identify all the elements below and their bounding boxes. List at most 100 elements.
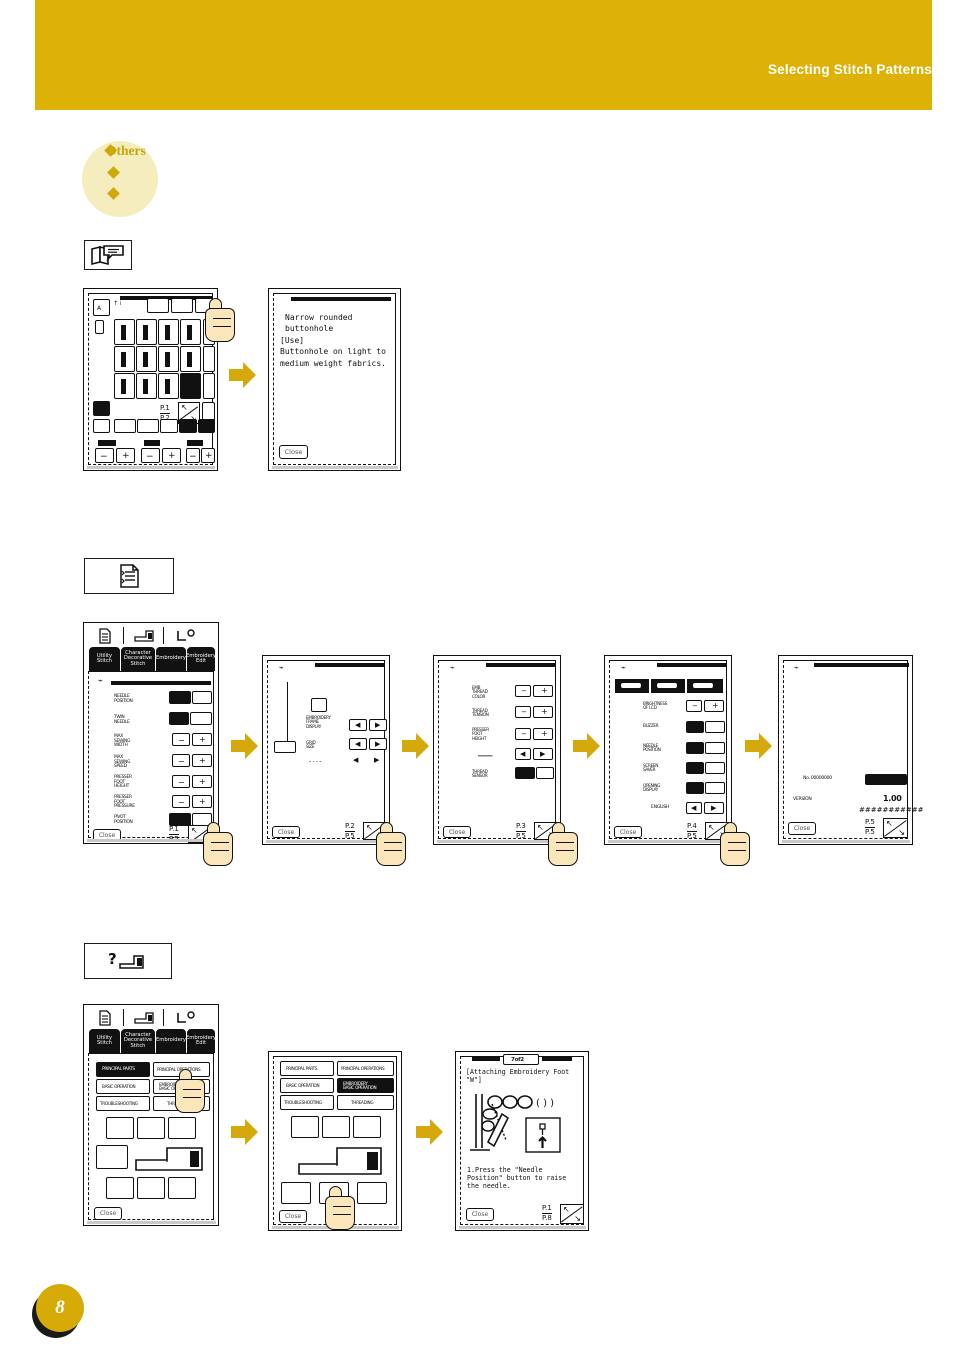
next-page-button[interactable]: ↖↘ [560,1204,584,1224]
thread-tension-minus[interactable]: − [515,706,531,718]
needle-position-option-a[interactable] [169,691,191,704]
guide-thumb[interactable] [357,1182,387,1204]
option-left[interactable]: ◀ [515,748,531,760]
emb-color-plus[interactable]: + [533,685,553,697]
option-right[interactable]: ▶ [533,748,553,760]
guide-thumb[interactable] [137,1117,165,1139]
stitch-option-button-1[interactable] [147,298,169,313]
document-icon[interactable] [98,1010,112,1026]
guide-thumb[interactable] [168,1117,196,1139]
presser-foot-icon[interactable] [176,629,196,643]
guide-thumb[interactable] [106,1177,134,1199]
home-button[interactable] [93,401,110,416]
foot-height-minus[interactable]: − [515,728,531,740]
thread-tension-plus[interactable]: + [533,706,553,718]
next-page-button[interactable]: ↖↘ [883,818,908,838]
reverse-button[interactable] [137,419,159,433]
guide-thumb[interactable] [322,1116,350,1138]
presser-foot-icon[interactable] [176,1011,196,1025]
frame-display-right[interactable]: ▶ [369,719,387,731]
foot-height-plus[interactable]: + [533,728,553,740]
screen-saver-on[interactable] [686,762,704,774]
tab-character-decorative-stitch[interactable]: Character Decorative Stitch [121,647,155,671]
twin-needle-off[interactable] [190,712,212,725]
lcd-settings-page-4[interactable]: ⌁ BRIGHTNESS OF LCD − + BUZZER NEEDLE PO… [604,655,732,845]
guide-thumb[interactable] [96,1145,128,1169]
tab-embroidery-edit[interactable]: Embroidery Edit [186,1029,216,1053]
screen-saver-off[interactable] [705,762,725,774]
language-right[interactable]: ▶ [704,802,724,814]
opening-display-on[interactable] [686,782,704,794]
emb-color-minus[interactable]: − [515,685,531,697]
lcd-settings-page-1[interactable]: Utility Stitch Character Decorative Stit… [83,622,219,844]
guide-thumb[interactable] [291,1116,319,1138]
memory-button[interactable] [198,419,215,433]
frame-display-left[interactable]: ◀ [349,719,367,731]
tab-utility-stitch[interactable]: Utility Stitch [89,1029,120,1053]
page-indicator: P.5 P.5 [865,819,875,836]
reset-button[interactable] [179,419,197,433]
thread-cutter-button[interactable] [93,419,110,433]
guide-thumb[interactable] [106,1117,134,1139]
guide-button-basic-operation[interactable]: BASIC OPERATION [96,1079,150,1094]
close-button[interactable]: Close [788,822,816,835]
close-button[interactable]: Close [272,826,300,838]
stitch-option-button-2[interactable] [171,298,193,313]
tab-embroidery[interactable]: Embroidery [156,647,186,671]
mirror-button[interactable] [114,419,136,433]
guide-button-basic-operation[interactable]: BASIC OPERATION [280,1078,334,1093]
guide-thumb[interactable] [281,1182,311,1204]
needle-position-option-b[interactable] [192,691,212,704]
lcd-stitch-description-popup[interactable]: Narrow rounded buttonhole [Use] Buttonho… [268,288,401,471]
close-button[interactable]: Close [466,1208,494,1221]
guide-button-principal-parts[interactable]: PRINCIPAL PARTS [280,1061,334,1076]
guide-button-threading[interactable]: THREADING [337,1095,394,1110]
needle-position-on[interactable] [686,742,704,754]
guide-button-troubleshooting[interactable]: TROUBLESHOOTING [96,1096,150,1111]
lcd-settings-page-2[interactable]: ⌁ EMBROIDERY FRAME DISPLAY ◀ ▶ GRID SIZE… [262,655,390,845]
guide-button-principal-operations[interactable]: PRINCIPAL OPERATIONS [337,1061,394,1076]
guide-button-embroidery-basic-operation-selected[interactable]: EMBROIDERY BASIC OPERATION [337,1078,394,1093]
guide-button-principal-parts[interactable]: PRINCIPAL PARTS [96,1062,150,1077]
brightness-plus[interactable]: + [704,700,724,712]
sewing-machine-icon[interactable] [134,629,154,643]
needle-position-off[interactable] [705,742,725,754]
buzzer-on[interactable] [686,721,704,733]
close-button[interactable]: Close [614,826,642,838]
grid-size-left[interactable]: ◀ [349,738,367,750]
close-button[interactable]: Close [94,1207,122,1220]
language-left[interactable]: ◀ [686,802,702,814]
thread-sensor-on[interactable] [515,767,535,779]
lcd-settings-page-3[interactable]: ⌁ EMB THREAD COLOR − + THREAD TENSION − … [433,655,561,845]
lcd-stitch-selection-screen[interactable]: A ↑ ⁞ P.1P.2 ↖↘ [83,288,218,471]
thread-sensor-off[interactable] [536,767,554,779]
tab-embroidery[interactable]: Embroidery [156,1029,186,1053]
tab-utility-stitch[interactable]: Utility Stitch [89,647,120,671]
grid-size-right[interactable]: ▶ [369,738,387,750]
lcd-embroidery-foot-instruction[interactable]: 7of2 [Attaching Embroidery Foot "W"] ( )… [455,1051,589,1231]
scroll-mid-button[interactable] [203,346,215,372]
close-button[interactable]: Close [93,829,121,841]
pattern-preview-box[interactable]: A [93,299,110,316]
lcd-operation-guide-menu-1[interactable]: Utility Stitch Character Decorative Stit… [83,1004,219,1226]
pattern-button[interactable] [160,419,178,433]
close-button[interactable]: Close [279,1210,307,1223]
close-button[interactable]: Close [279,445,308,459]
buzzer-off[interactable] [705,721,725,733]
sewing-machine-icon[interactable] [134,1011,154,1025]
twin-needle-on[interactable] [169,712,189,725]
scroll-down-button[interactable] [203,373,215,399]
document-icon[interactable] [98,628,112,644]
guide-thumb[interactable] [137,1177,165,1199]
tab-embroidery-edit[interactable]: Embroidery Edit [186,647,216,671]
guide-thumb[interactable] [168,1177,196,1199]
tab-character-decorative-stitch[interactable]: Character Decorative Stitch [121,1029,155,1053]
guide-thumb[interactable] [353,1116,381,1138]
flow-arrow-icon [229,362,259,388]
close-button[interactable]: Close [443,826,471,838]
brightness-minus[interactable]: − [686,700,702,712]
stitch-cell-selected[interactable] [180,373,201,399]
opening-display-off[interactable] [705,782,725,794]
lcd-settings-page-5[interactable]: ⌁ No. 00000000 VERSION 1.00 ########### … [778,655,924,845]
guide-button-troubleshooting[interactable]: TROUBLESHOOTING [280,1095,334,1110]
